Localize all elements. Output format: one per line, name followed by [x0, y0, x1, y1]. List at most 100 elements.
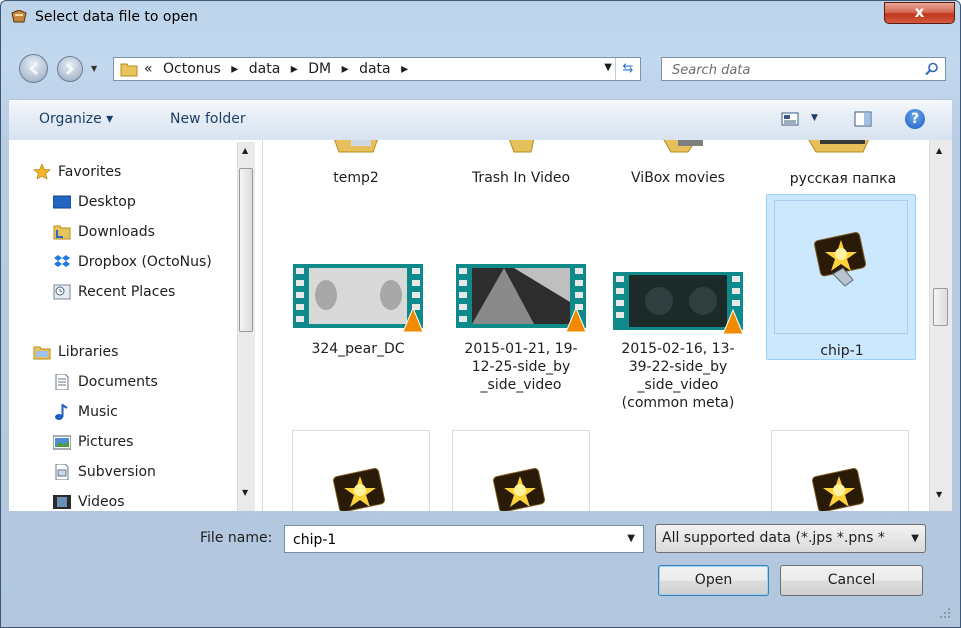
resize-grip-icon[interactable] [936, 604, 952, 620]
scroll-down-icon[interactable]: ▼ [936, 490, 942, 499]
chip-data-icon [812, 468, 865, 511]
documents-icon [55, 374, 69, 390]
file-item-2015-01-21[interactable]: 2015-01-21, 19-12-25-side_by _side_video [451, 262, 591, 402]
desktop-icon [53, 195, 71, 209]
open-button[interactable]: Open [658, 565, 769, 596]
nav-favorites-label: Favorites [58, 164, 122, 180]
refresh-icon: ⇆ [622, 61, 634, 76]
breadcrumb-data-current[interactable]: data [359, 61, 391, 77]
file-name: temp2 [333, 170, 379, 186]
film-icon [53, 495, 71, 509]
video-thumbnail [293, 264, 424, 333]
back-arrow-icon [28, 61, 39, 76]
breadcrumb-separator[interactable]: ▸ [231, 61, 238, 77]
subversion-icon [55, 464, 69, 480]
file-type-filter[interactable]: All supported data (*.jps *.pns * ▼ [655, 524, 926, 553]
open-button-label: Open [694, 572, 733, 588]
folder-item-temp2[interactable]: temp2 [291, 140, 421, 190]
file-name-input[interactable] [291, 530, 615, 550]
help-button[interactable]: ? [905, 109, 925, 129]
file-name: 2015-01-21, 19-12-25-side_by _side_video [464, 341, 578, 393]
file-name: Trash In Video [471, 170, 571, 186]
address-dropdown-icon[interactable]: ▼ [604, 62, 612, 73]
dropbox-icon [54, 255, 70, 267]
forward-button[interactable] [57, 56, 83, 82]
file-name: ViBox movies [631, 170, 725, 186]
scroll-up-icon[interactable]: ▲ [936, 146, 942, 155]
file-item-324-pear-dc[interactable]: 324_pear_DC [291, 262, 425, 362]
breadcrumb-separator[interactable]: ▸ [342, 61, 349, 77]
title-bar[interactable]: Select data file to open x [1, 1, 960, 33]
folder-icon [334, 140, 378, 153]
close-button[interactable]: x [884, 2, 955, 24]
file-name-dropdown-icon[interactable]: ▼ [627, 533, 635, 544]
folder-icon [509, 140, 535, 153]
nav-item-label: Downloads [78, 224, 155, 240]
folder-icon [663, 140, 703, 153]
nav-item-label: Desktop [78, 194, 136, 210]
downloads-folder-icon [53, 225, 71, 240]
scroll-up-icon[interactable]: ▲ [242, 146, 248, 155]
nav-item-label: Recent Places [78, 284, 176, 300]
folder-item-trash-in-video[interactable]: Trash In Video [451, 140, 591, 190]
nav-item-label: Videos [78, 494, 125, 510]
nav-scroll-thumb[interactable] [239, 168, 253, 332]
preview-pane-icon[interactable] [854, 111, 872, 127]
breadcrumb-data[interactable]: data [249, 61, 281, 77]
scroll-down-icon[interactable]: ▼ [242, 488, 248, 497]
nav-libraries-label: Libraries [58, 344, 119, 360]
file-name: 2015-02-16, 13-39-22-side_by _side_video… [621, 341, 735, 411]
music-note-icon [55, 404, 68, 420]
chip-data-icon [493, 468, 546, 511]
nav-scrollbar[interactable]: ▲ ▼ [237, 142, 255, 511]
breadcrumb[interactable]: « Octonus ▸ data ▸ DM ▸ data ▸ [144, 61, 414, 77]
refresh-button[interactable]: ⇆ [615, 58, 640, 80]
nav-item-label: Dropbox (OctoNus) [78, 254, 212, 270]
change-view-icon[interactable] [781, 112, 799, 126]
file-open-dialog: Select data file to open x ▼ « Octonus ▸… [0, 0, 961, 628]
nav-item-label: Subversion [78, 464, 156, 480]
breadcrumb-dm[interactable]: DM [308, 61, 331, 77]
file-item-chip-thumbnail[interactable] [771, 430, 909, 511]
new-folder-button[interactable]: New folder [170, 111, 246, 127]
breadcrumb-octonus[interactable]: Octonus [163, 61, 221, 77]
folder-icon [808, 140, 870, 153]
view-options-dropdown-icon[interactable]: ▼ [811, 113, 818, 123]
folder-item-russian-folder[interactable]: русская папка [768, 140, 918, 190]
breadcrumb-separator[interactable]: ▸ [291, 61, 298, 77]
search-icon[interactable] [925, 62, 939, 76]
file-list: temp2 Trash In Video ViBox movies русска… [262, 140, 929, 511]
file-item-2015-02-16[interactable]: 2015-02-16, 13-39-22-side_by _side_video… [608, 270, 748, 430]
command-bar: Organize ▾ New folder ▼ ? [9, 99, 952, 141]
folder-item-vibox-movies[interactable]: ViBox movies [608, 140, 748, 190]
file-name-label: File name: [200, 530, 273, 546]
file-list-scroll-thumb[interactable] [933, 288, 948, 326]
file-type-dropdown-icon[interactable]: ▼ [911, 525, 919, 552]
help-icon: ? [910, 111, 920, 127]
forward-arrow-icon [65, 62, 75, 76]
file-item-chip-thumbnail[interactable] [452, 430, 590, 511]
video-thumbnail [613, 272, 744, 335]
file-item-chip-thumbnail[interactable] [292, 430, 430, 511]
nav-item-label: Pictures [78, 434, 134, 450]
libraries-icon [33, 346, 51, 360]
breadcrumb-separator[interactable]: ▸ [401, 61, 408, 77]
recent-locations-dropdown-icon[interactable]: ▼ [91, 64, 97, 73]
cancel-button-label: Cancel [827, 572, 876, 588]
window-title: Select data file to open [35, 9, 198, 25]
organize-button[interactable]: Organize ▾ [39, 111, 113, 127]
search-box[interactable] [661, 57, 946, 81]
chip-data-icon [333, 468, 386, 511]
file-name: 324_pear_DC [311, 341, 405, 357]
search-input[interactable] [670, 60, 914, 80]
file-item-chip-1[interactable]: chip-1 [766, 194, 916, 360]
file-name-combobox[interactable]: ▼ [284, 525, 644, 553]
app-icon [11, 10, 27, 23]
breadcrumb-overflow[interactable]: « [144, 61, 153, 77]
nav-item-label: Documents [78, 374, 158, 390]
file-list-scrollbar[interactable]: ▲ ▼ [929, 140, 952, 511]
video-thumbnail [456, 264, 587, 333]
back-button[interactable] [19, 54, 48, 83]
cancel-button[interactable]: Cancel [780, 565, 923, 596]
address-bar[interactable]: « Octonus ▸ data ▸ DM ▸ data ▸ ▼ ⇆ [113, 57, 641, 81]
